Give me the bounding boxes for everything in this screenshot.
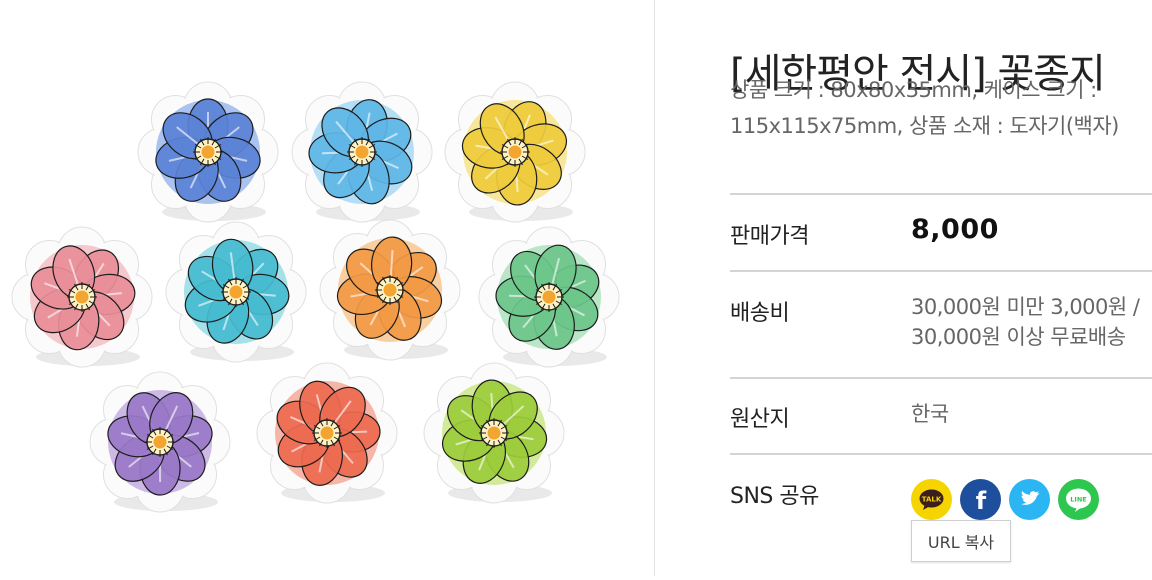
vertical-divider <box>654 0 655 576</box>
flower-dish <box>320 220 460 360</box>
description-line-1: 상품 크기 : 80x80x35mm, 케이스 크기 : <box>730 72 1145 108</box>
flower-dish <box>12 227 152 367</box>
row-divider <box>730 453 1152 455</box>
facebook-share-icon[interactable]: f <box>960 479 1001 520</box>
svg-text:TALK: TALK <box>922 496 942 504</box>
product-info-panel: [세한평안 전시] 꽃종지 상품 크기 : 80x80x35mm, 케이스 크기… <box>730 0 1152 576</box>
sns-label: SNS 공유 <box>730 478 819 510</box>
price-label: 판매가격 <box>730 218 809 250</box>
product-image <box>0 0 654 576</box>
flower-dish <box>445 82 585 222</box>
shipping-line-2: 30,000원 이상 무료배송 <box>911 322 1139 352</box>
flower-dishes-photo <box>0 0 654 576</box>
origin-label: 원산지 <box>730 401 789 433</box>
flower-dish <box>257 363 397 503</box>
twitter-share-icon[interactable] <box>1009 479 1050 520</box>
svg-text:f: f <box>976 487 987 515</box>
flower-dish <box>138 82 278 222</box>
flower-dish <box>479 227 619 367</box>
kakaotalk-share-icon[interactable]: TALK <box>911 479 952 520</box>
url-copy-button[interactable]: URL 복사 <box>911 520 1011 562</box>
flower-dish <box>166 222 306 362</box>
row-divider <box>730 270 1152 272</box>
line-share-icon[interactable]: LINE <box>1058 479 1099 520</box>
flower-dish <box>424 363 564 503</box>
origin-value: 한국 <box>911 399 949 429</box>
row-divider <box>730 193 1152 195</box>
description-line-2: 115x115x75mm, 상품 소재 : 도자기(백자) <box>730 108 1145 144</box>
price-value: 8,000 <box>911 214 999 245</box>
shipping-value: 30,000원 미만 3,000원 / 30,000원 이상 무료배송 <box>911 292 1139 352</box>
sns-share-buttons: TALK f LINE <box>911 479 1099 520</box>
svg-text:LINE: LINE <box>1070 495 1086 503</box>
shipping-line-1: 30,000원 미만 3,000원 / <box>911 292 1139 322</box>
shipping-label: 배송비 <box>730 295 789 327</box>
product-description: 상품 크기 : 80x80x35mm, 케이스 크기 : 115x115x75m… <box>730 72 1145 144</box>
row-divider <box>730 377 1152 379</box>
flower-dish <box>292 82 432 222</box>
flower-dish <box>90 372 230 512</box>
